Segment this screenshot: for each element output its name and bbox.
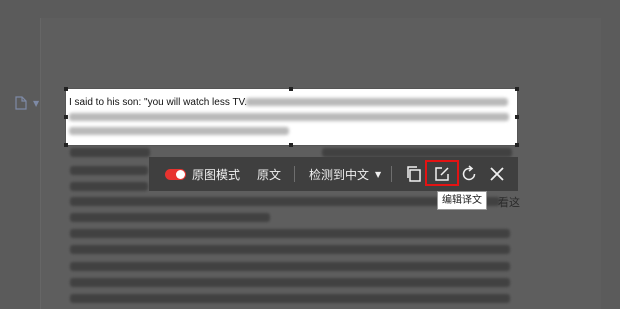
divider — [294, 166, 295, 182]
blurred-text — [246, 98, 508, 106]
language-detect-dropdown[interactable]: 检测到中文 ▼ — [309, 157, 381, 191]
resize-handle[interactable] — [64, 115, 68, 119]
selected-text: I said to his son: "you will watch less … — [69, 97, 248, 108]
blurred-text — [69, 113, 509, 121]
divider — [391, 166, 392, 182]
chevron-down-icon[interactable]: ▼ — [33, 99, 39, 108]
selection-box[interactable]: I said to his son: "you will watch less … — [64, 87, 519, 147]
document-background: ▼ 看这 — [0, 0, 620, 309]
copy-button[interactable] — [400, 160, 428, 188]
original-layout-toggle[interactable] — [165, 168, 186, 180]
tooltip: 编辑译文 — [437, 191, 487, 210]
resize-handle[interactable] — [515, 115, 519, 119]
copy-icon — [407, 166, 421, 182]
resize-handle[interactable] — [515, 87, 519, 91]
retry-icon — [462, 165, 476, 181]
resize-handle[interactable] — [64, 143, 68, 147]
resize-handle[interactable] — [64, 87, 68, 91]
translate-toolbar: 原图模式 原文 检测到中文 ▼ — [149, 157, 518, 191]
chevron-down-icon: ▼ — [375, 169, 382, 179]
resize-handle[interactable] — [289, 143, 293, 147]
original-layout-toggle-group[interactable]: 原图模式 — [165, 157, 240, 191]
highlight-box — [425, 160, 459, 186]
resize-handle[interactable] — [515, 143, 519, 147]
page-partial-text: 看这 — [498, 196, 520, 209]
resize-handle[interactable] — [289, 87, 293, 91]
retry-button[interactable] — [455, 160, 483, 188]
detect-label: 检测到中文 — [309, 167, 370, 182]
source-text-button[interactable]: 原文 — [257, 157, 281, 191]
source-text-label: 原文 — [257, 167, 282, 182]
blurred-text — [69, 127, 289, 135]
document-icon[interactable]: ▼ — [14, 95, 39, 110]
original-layout-label: 原图模式 — [192, 167, 241, 182]
close-icon — [490, 167, 504, 181]
close-button[interactable] — [483, 160, 511, 188]
